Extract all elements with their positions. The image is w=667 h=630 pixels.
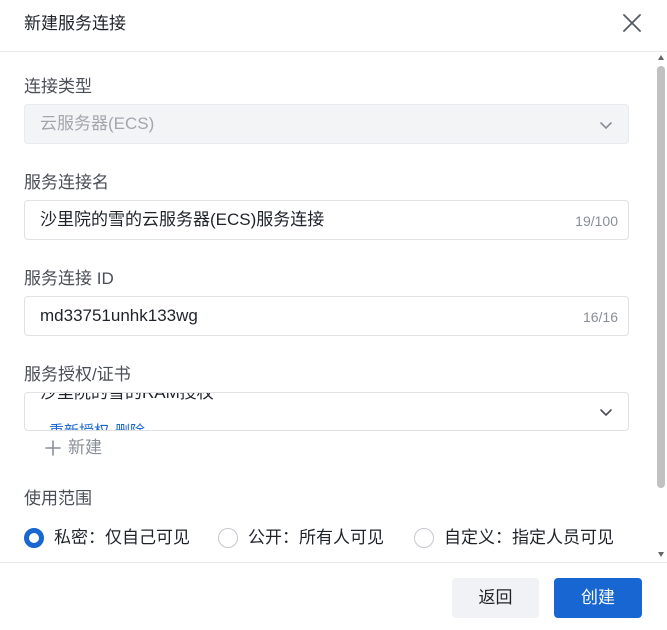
chevron-down-icon	[598, 117, 614, 133]
authorization-select[interactable]: 沙里院的雪的RAM授权 重新授权删除	[24, 392, 629, 431]
authorization-label: 服务授权/证书	[24, 365, 131, 384]
create-button[interactable]: 创建	[554, 578, 642, 618]
scope-radio-custom[interactable]: 自定义：指定人员可见	[414, 526, 614, 550]
scope-option-label: 公开：所有人可见	[248, 528, 384, 547]
new-authorization-button[interactable]: 新建	[44, 436, 102, 460]
back-button[interactable]: 返回	[452, 578, 539, 618]
close-icon[interactable]	[620, 11, 644, 35]
connection-type-label: 连接类型	[24, 77, 92, 96]
dialog-header: 新建服务连接	[0, 0, 667, 52]
connection-id-label: 服务连接 ID	[24, 269, 114, 288]
scope-radio-public[interactable]: 公开：所有人可见	[218, 526, 384, 550]
new-authorization-label: 新建	[68, 438, 102, 457]
connection-type-select: 云服务器(ECS)	[24, 104, 629, 144]
scope-option-label: 私密：仅自己可见	[54, 528, 190, 547]
radio-unchecked-icon	[218, 528, 238, 548]
dialog-body[interactable]: 连接类型 云服务器(ECS) 服务连接名 沙里院的雪的云服务器(ECS)服务连接…	[0, 52, 655, 562]
connection-type-value: 云服务器(ECS)	[40, 114, 155, 133]
reauthorize-link[interactable]: 重新授权	[49, 423, 109, 430]
connection-id-counter: 16/16	[582, 309, 618, 325]
connection-name-label: 服务连接名	[24, 173, 109, 192]
connection-name-value: 沙里院的雪的云服务器(ECS)服务连接	[40, 210, 325, 229]
scroll-up-arrow-icon[interactable]	[658, 55, 664, 60]
dialog-footer: 返回 创建	[0, 562, 667, 630]
radio-checked-icon	[24, 528, 44, 548]
connection-name-counter: 19/100	[575, 213, 618, 229]
scope-radio-private[interactable]: 私密：仅自己可见	[24, 526, 190, 550]
new-service-connection-dialog: 新建服务连接 连接类型 云服务器(ECS) 服务连接名 沙里院的雪的云服务器(E…	[0, 0, 667, 630]
chevron-down-icon	[598, 404, 614, 420]
delete-link[interactable]: 删除	[115, 423, 145, 430]
scroll-down-arrow-icon[interactable]	[658, 552, 664, 557]
connection-id-value: md33751unhk133wg	[40, 306, 198, 325]
authorization-selected-value: 沙里院的雪的RAM授权	[40, 392, 214, 402]
vertical-scrollbar[interactable]	[655, 52, 667, 562]
scope-option-label: 自定义：指定人员可见	[444, 528, 614, 547]
scope-label: 使用范围	[24, 489, 92, 508]
scrollbar-thumb[interactable]	[657, 66, 665, 488]
plus-icon	[44, 439, 62, 457]
connection-name-input[interactable]: 沙里院的雪的云服务器(ECS)服务连接 19/100	[24, 200, 629, 240]
connection-id-input[interactable]: md33751unhk133wg 16/16	[24, 296, 629, 336]
authorization-actions: 重新授权删除	[49, 422, 145, 430]
dialog-title: 新建服务连接	[24, 14, 126, 33]
radio-unchecked-icon	[414, 528, 434, 548]
